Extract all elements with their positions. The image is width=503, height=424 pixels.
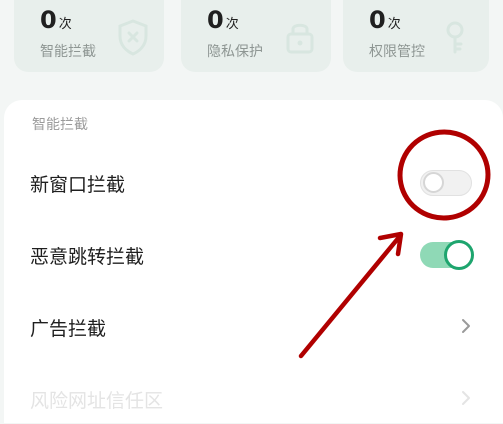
toggle-knob (423, 172, 444, 193)
section-title: 智能拦截 (32, 117, 88, 133)
setting-row-risk-url-trust-zone[interactable]: 风险网址信任区 (4, 374, 503, 424)
stat-label: 权限管控 (369, 44, 425, 60)
stat-value: 0 次 (369, 8, 401, 32)
stat-value: 0 次 (207, 8, 239, 32)
stat-card-smart-block[interactable]: 0 次 智能拦截 (14, 0, 164, 72)
malicious-redirect-block-toggle[interactable] (420, 240, 474, 270)
shield-icon (118, 19, 148, 56)
new-window-block-toggle[interactable] (420, 170, 472, 196)
stat-count: 0 (40, 6, 57, 34)
stat-card-privacy[interactable]: 0 次 隐私保护 (181, 0, 331, 72)
setting-row-new-window-block[interactable]: 新窗口拦截 (4, 158, 503, 208)
setting-label: 广告拦截 (30, 318, 107, 340)
stat-count: 0 (207, 6, 224, 34)
stat-card-permission[interactable]: 0 次 权限管控 (343, 0, 489, 72)
settings-panel: 智能拦截 新窗口拦截 恶意跳转拦截 广告拦截 风险网址信任区 (4, 100, 503, 423)
setting-row-ad-block[interactable]: 广告拦截 (4, 302, 503, 352)
chevron-right-icon (462, 391, 470, 405)
stat-unit: 次 (58, 17, 72, 32)
lock-icon (286, 23, 314, 54)
setting-row-malicious-redirect-block[interactable]: 恶意跳转拦截 (4, 230, 503, 280)
stat-label: 隐私保护 (207, 44, 263, 60)
setting-label: 风险网址信任区 (30, 390, 164, 412)
stat-count: 0 (369, 6, 386, 34)
setting-label: 恶意跳转拦截 (30, 246, 145, 268)
stat-unit: 次 (387, 17, 401, 32)
chevron-right-icon (462, 319, 470, 333)
stat-unit: 次 (225, 17, 239, 32)
stats-bar: 0 次 智能拦截 0 次 隐私保护 0 次 权限管控 (0, 0, 503, 84)
setting-label: 新窗口拦截 (30, 174, 126, 196)
stat-value: 0 次 (40, 8, 72, 32)
key-icon (446, 21, 464, 54)
toggle-knob (444, 240, 474, 270)
stat-label: 智能拦截 (40, 44, 96, 60)
